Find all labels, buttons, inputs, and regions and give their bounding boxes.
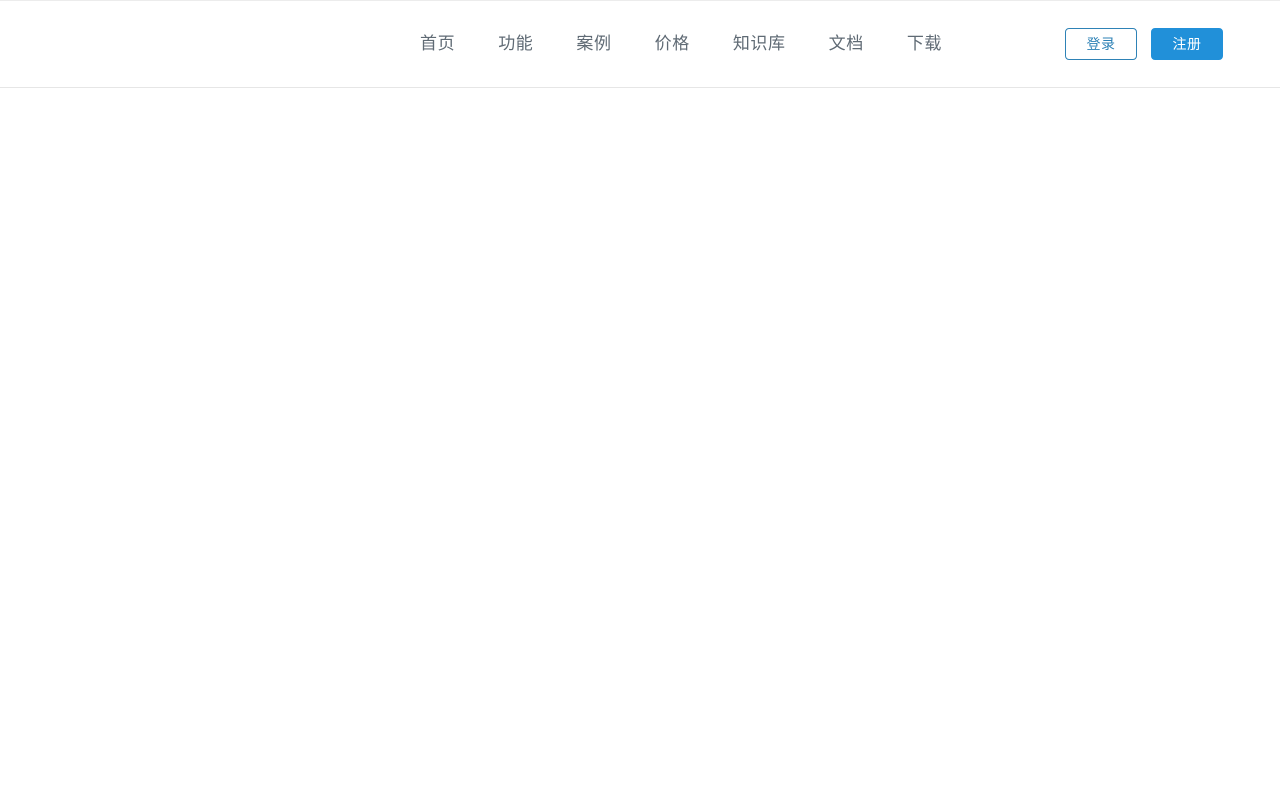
nav-item-download[interactable]: 下载 bbox=[907, 32, 985, 56]
register-button[interactable]: 注册 bbox=[1151, 28, 1223, 60]
nav-item-features[interactable]: 功能 bbox=[498, 32, 576, 56]
login-button[interactable]: 登录 bbox=[1065, 28, 1137, 60]
nav-link-knowledge-base[interactable]: 知识库 bbox=[733, 32, 786, 56]
nav-link-docs[interactable]: 文档 bbox=[829, 32, 864, 56]
nav-item-docs[interactable]: 文档 bbox=[829, 32, 907, 56]
nav-link-cases[interactable]: 案例 bbox=[576, 32, 611, 56]
nav-list: 首页 功能 案例 价格 知识库 文档 下载 bbox=[420, 32, 985, 56]
page-main-content bbox=[0, 88, 1280, 800]
nav-item-home[interactable]: 首页 bbox=[420, 32, 498, 56]
main-navigation: 首页 功能 案例 价格 知识库 文档 下载 bbox=[420, 1, 1065, 87]
nav-item-pricing[interactable]: 价格 bbox=[655, 32, 733, 56]
nav-link-download[interactable]: 下载 bbox=[907, 32, 942, 56]
nav-item-knowledge-base[interactable]: 知识库 bbox=[733, 32, 829, 56]
site-header: 首页 功能 案例 价格 知识库 文档 下载 登录 注册 bbox=[0, 0, 1280, 88]
brand-logo-area[interactable] bbox=[0, 1, 420, 87]
nav-link-home[interactable]: 首页 bbox=[420, 32, 455, 56]
nav-item-cases[interactable]: 案例 bbox=[576, 32, 654, 56]
auth-actions: 登录 注册 bbox=[1065, 28, 1280, 60]
nav-link-features[interactable]: 功能 bbox=[498, 32, 533, 56]
nav-link-pricing[interactable]: 价格 bbox=[655, 32, 690, 56]
